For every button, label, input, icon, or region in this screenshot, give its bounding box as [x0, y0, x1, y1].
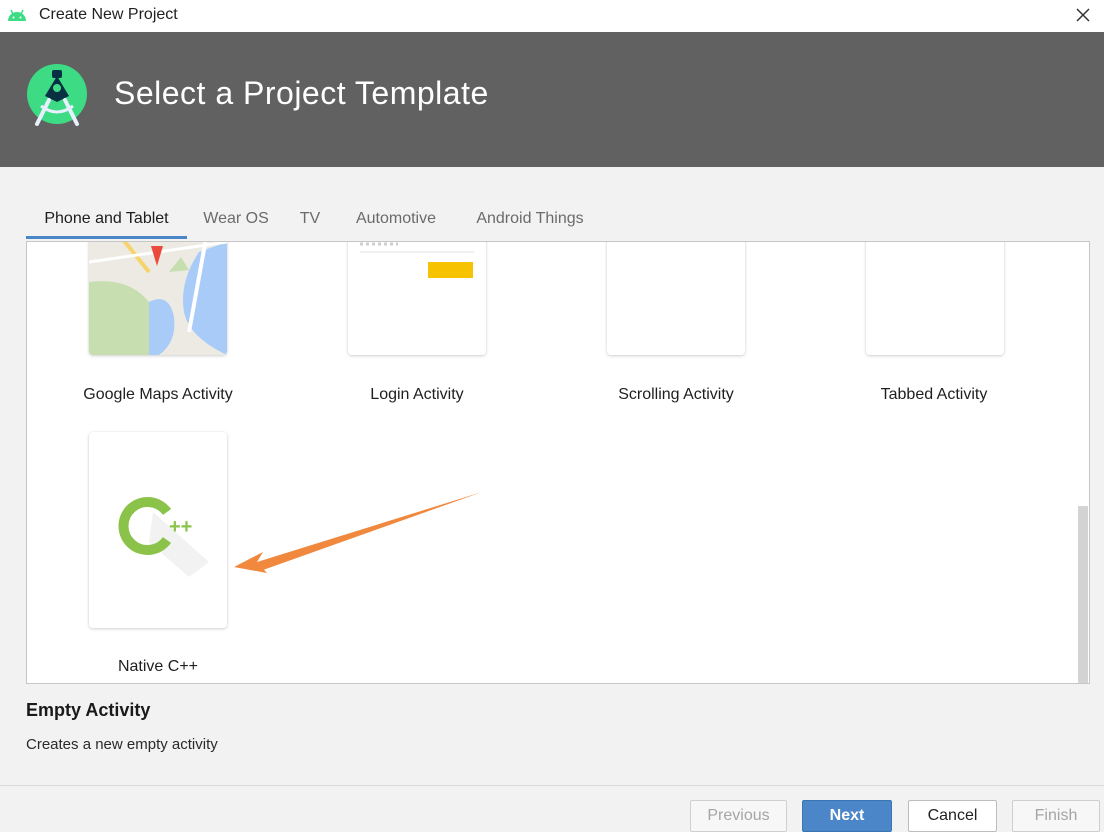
android-icon [8, 9, 26, 21]
close-icon[interactable] [1072, 4, 1094, 26]
tab-phone-and-tablet[interactable]: Phone and Tablet [26, 200, 187, 238]
active-tab-indicator [26, 236, 187, 239]
tab-automotive[interactable]: Automotive [346, 200, 446, 238]
previous-button[interactable]: Previous [690, 800, 787, 832]
tab-tv[interactable]: TV [292, 200, 328, 238]
tab-android-things[interactable]: Android Things [466, 200, 594, 238]
window-titlebar: Create New Project [0, 0, 1104, 32]
android-studio-logo [27, 64, 87, 126]
tab-wear-os[interactable]: Wear OS [196, 200, 276, 238]
selected-template-description: Creates a new empty activity [26, 736, 218, 753]
dialog-header: Select a Project Template [0, 32, 1104, 167]
window-title: Create New Project [39, 6, 178, 23]
footer-divider [0, 785, 1104, 786]
finish-button[interactable]: Finish [1012, 800, 1100, 832]
scrollbar-thumb[interactable] [1078, 506, 1088, 683]
template-grid[interactable]: Google Maps Activity Login Activity Scro… [26, 241, 1090, 684]
next-button[interactable]: Next [802, 800, 892, 832]
vertical-scrollbar[interactable] [1077, 242, 1089, 683]
selected-template-title: Empty Activity [26, 700, 151, 720]
page-title: Select a Project Template [114, 75, 489, 111]
annotation-arrow [234, 492, 482, 573]
cancel-button[interactable]: Cancel [908, 800, 997, 832]
